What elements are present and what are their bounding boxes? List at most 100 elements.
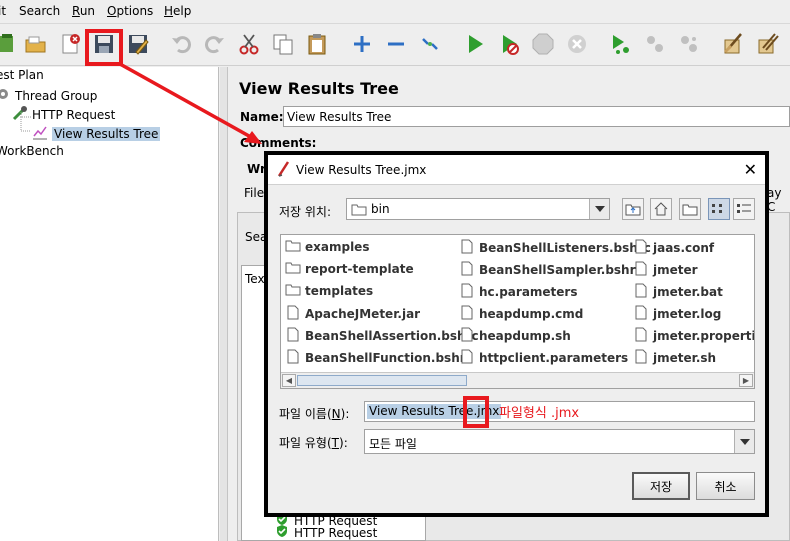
name-input[interactable] [283,106,790,127]
folder-item[interactable]: examples [285,239,369,255]
templates-icon[interactable] [0,29,22,59]
new-folder-button[interactable] [679,198,701,220]
scroll-thumb[interactable] [297,375,467,386]
file-item[interactable]: ApacheJMeter.jar [285,305,420,323]
file-name: BeanShellFunction.bshrc [305,351,473,365]
save-button[interactable]: 저장 [632,472,690,500]
file-icon [633,239,649,257]
up-folder-button[interactable] [622,198,644,220]
menu-edit[interactable]: it [0,4,6,18]
extension-highlight [463,396,489,428]
list-view-button[interactable] [708,198,730,220]
file-item[interactable]: jmeter.properties [633,327,754,345]
result-item[interactable]: HTTP Request [275,524,377,541]
menu-run[interactable]: Run [72,4,95,18]
file-item[interactable]: jmeter.log [633,305,721,323]
shutdown-icon[interactable] [562,29,592,59]
folder-item[interactable]: templates [285,283,373,299]
file-icon [633,305,649,323]
file-item[interactable]: BeanShellListeners.bshrc [459,239,651,257]
file-item[interactable]: BeanShellFunction.bshrc [285,349,473,367]
filename-label: File [244,186,265,200]
filetype-label-text: 파일 유형( [279,436,332,450]
collapse-icon[interactable] [381,29,411,59]
file-name: jmeter.properties [653,329,754,343]
tree-node-label: WorkBench [0,144,64,158]
cut-icon[interactable] [234,29,264,59]
save-location-label: 저장 위치: [279,205,332,219]
save-location-select[interactable]: bin [346,198,610,220]
save-as-icon[interactable] [123,29,153,59]
paste-icon[interactable] [302,29,332,59]
folder-item[interactable]: report-template [285,261,414,277]
horizontal-scrollbar[interactable]: ◀ ▶ [281,372,754,388]
open-icon[interactable] [21,29,51,59]
display-label: ay C [767,186,782,214]
start-no-pause-icon[interactable] [494,29,524,59]
stop-icon[interactable] [528,29,558,59]
filename-label-text: 파일 이름( [279,407,332,421]
file-item[interactable]: heapdump.sh [459,327,571,345]
text-renderer-label: Tex [245,272,265,286]
folder-icon [285,283,301,299]
file-name: jmeter.sh [653,351,717,365]
save-dialog: View Results Tree.jmx ✕ 저장 위치: bin examp… [268,155,765,513]
expand-icon[interactable] [347,29,377,59]
filetype-label-mnemonic: T [331,436,340,450]
file-item[interactable]: jmeter.bat [633,283,723,301]
copy-icon[interactable] [268,29,298,59]
cancel-button[interactable]: 취소 [696,472,755,500]
tree-connectors [20,112,31,132]
close-icon[interactable] [55,29,85,59]
file-item[interactable]: BeanShellAssertion.bshrc [285,327,479,345]
remote-exit-icon[interactable] [674,29,704,59]
clear-all-icon[interactable] [752,29,782,59]
file-item[interactable]: httpclient.parameters [459,349,628,367]
tree-node-workbench[interactable]: WorkBench [0,144,64,158]
filetype-label: 파일 유형(T): [279,434,348,451]
menu-search[interactable]: Search [19,4,60,18]
file-name: hc.parameters [479,285,578,299]
file-icon [285,305,301,323]
home-button[interactable] [650,198,672,220]
file-item[interactable]: BeanShellSampler.bshrc [459,261,643,279]
file-item[interactable]: hc.parameters [459,283,578,301]
filetype-value: 모든 파일 [369,437,417,451]
menu-help[interactable]: Help [164,4,191,18]
file-icon [285,327,301,345]
file-icon [633,283,649,301]
page-title: View Results Tree [239,79,399,98]
file-name: heapdump.sh [479,329,571,343]
close-icon[interactable]: ✕ [744,160,757,179]
start-icon[interactable] [460,29,490,59]
menu-options[interactable]: Options [107,4,153,18]
clear-icon[interactable] [718,29,748,59]
file-item[interactable]: jmeter [633,261,698,279]
undo-icon[interactable] [167,29,197,59]
file-list: examples report-template templates Apach… [280,234,755,389]
scroll-left-icon[interactable]: ◀ [282,374,296,387]
toggle-icon[interactable] [415,29,445,59]
file-icon [633,261,649,279]
folder-icon [285,239,301,255]
scroll-right-icon[interactable]: ▶ [739,374,753,387]
file-item[interactable]: jaas.conf [633,239,714,257]
filetype-select[interactable]: 모든 파일 [364,429,755,454]
details-view-button[interactable] [733,198,755,220]
dialog-titlebar: View Results Tree.jmx ✕ [268,155,765,185]
file-item[interactable]: heapdump.cmd [459,305,583,323]
menu-bar: it Search Run Options Help [0,0,790,24]
file-name: jmeter.bat [653,285,723,299]
file-icon [459,239,475,257]
file-item[interactable]: jmeter.sh [633,349,716,367]
redo-icon[interactable] [199,29,229,59]
file-icon [459,305,475,323]
file-name: BeanShellAssertion.bshrc [305,329,479,343]
remote-start-icon[interactable] [606,29,636,59]
splitter[interactable] [220,67,228,541]
file-name: BeanShellListeners.bshrc [479,241,651,255]
chevron-down-icon[interactable] [589,199,609,219]
remote-stop-icon[interactable] [640,29,670,59]
folder-icon [351,203,367,219]
chevron-down-icon[interactable] [734,430,754,453]
